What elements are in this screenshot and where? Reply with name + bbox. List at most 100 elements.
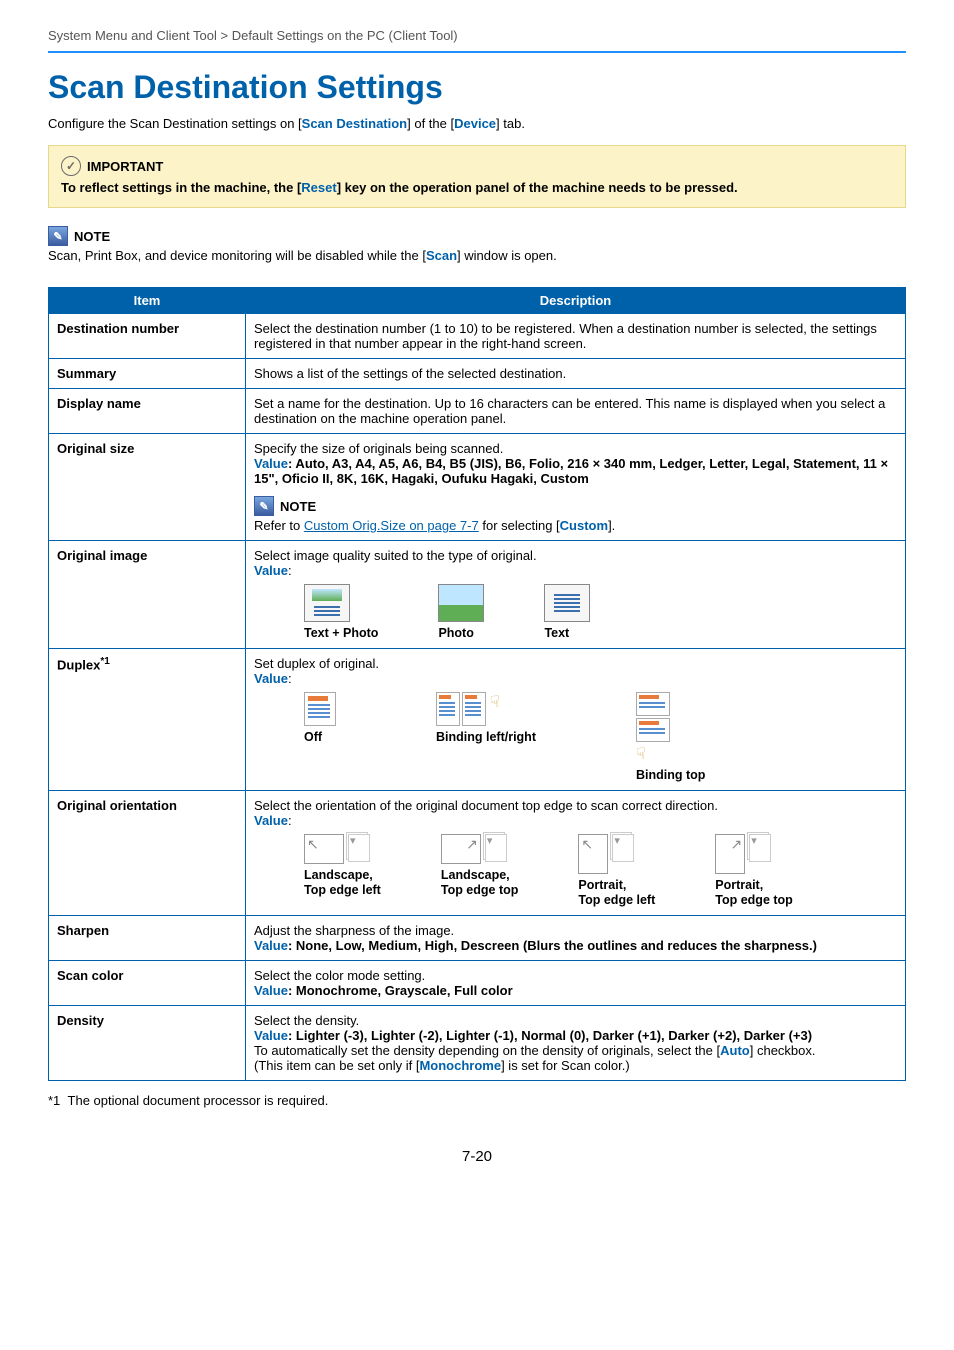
opt-binding-lr: ☟ Binding left/right — [436, 692, 536, 783]
item-sharpen: Sharpen — [49, 916, 246, 961]
value-label: Value — [254, 563, 288, 578]
table-row: Original image Select image quality suit… — [49, 541, 906, 649]
sc-value-text: : Monochrome, Grayscale, Full color — [288, 983, 513, 998]
de-line3: To automatically set the density dependi… — [254, 1043, 897, 1058]
de-l4-post: ] is set for Scan color.) — [501, 1058, 630, 1073]
link-auto[interactable]: Auto — [720, 1043, 750, 1058]
value-label: Value — [254, 983, 288, 998]
os-note-post: ]. — [608, 518, 615, 533]
link-custom-orig-size[interactable]: Custom Orig.Size on page 7-7 — [304, 518, 479, 533]
page-title: Scan Destination Settings — [48, 69, 906, 106]
desc-original-image: Select image quality suited to the type … — [246, 541, 906, 649]
page: System Menu and Client Tool > Default Se… — [0, 0, 954, 1350]
value-label: Value — [254, 671, 288, 686]
sc-desc: Select the color mode setting. — [254, 968, 897, 983]
item-orientation: Original orientation — [49, 791, 246, 916]
sh-value-text: : None, Low, Medium, High, Descreen (Blu… — [288, 938, 817, 953]
opt-label: Landscape, Top edge left — [304, 868, 381, 898]
sc-value: Value: Monochrome, Grayscale, Full color — [254, 983, 897, 998]
link-scan-destination[interactable]: Scan Destination — [302, 116, 407, 131]
table-row: Original orientation Select the orientat… — [49, 791, 906, 916]
opt-label: Landscape, Top edge top — [441, 868, 519, 898]
os-note-header: ✎ NOTE — [254, 496, 897, 516]
de-line4: (This item can be set only if [Monochrom… — [254, 1058, 897, 1073]
value-label: Value — [254, 813, 288, 828]
opt-label: Photo — [438, 626, 473, 641]
intro-post: ] tab. — [496, 116, 525, 131]
opt-portrait-tet: ↗ ▾ Portrait, Top edge top — [715, 834, 793, 908]
note-body: Scan, Print Box, and device monitoring w… — [48, 248, 906, 263]
portrait-tet-icon: ↗ ▾ — [715, 834, 771, 874]
desc-summary: Shows a list of the settings of the sele… — [246, 359, 906, 389]
opt-landscape-tel: ↖ ▾ Landscape, Top edge left — [304, 834, 381, 908]
opt-binding-top: ☟ Binding top — [636, 692, 705, 783]
opt-label: Binding top — [636, 768, 705, 783]
os-note-body: Refer to Custom Orig.Size on page 7-7 fo… — [254, 518, 897, 533]
value-label: Value — [254, 938, 288, 953]
desc-duplex: Set duplex of original. Value: Off — [246, 649, 906, 791]
item-destination-number: Destination number — [49, 314, 246, 359]
item-display-name: Display name — [49, 389, 246, 434]
photo-icon — [438, 584, 484, 622]
de-l3-post: ] checkbox. — [750, 1043, 816, 1058]
table-row: Display name Set a name for the destinat… — [49, 389, 906, 434]
table-row: Sharpen Adjust the sharpness of the imag… — [49, 916, 906, 961]
item-density: Density — [49, 1006, 246, 1081]
sh-value: Value: None, Low, Medium, High, Descreen… — [254, 938, 897, 953]
table-row: Density Select the density. Value: Light… — [49, 1006, 906, 1081]
intro-pre: Configure the Scan Destination settings … — [48, 116, 302, 131]
table-row: Original size Specify the size of origin… — [49, 434, 906, 541]
breadcrumb: System Menu and Client Tool > Default Se… — [48, 28, 906, 43]
desc-original-size: Specify the size of originals being scan… — [246, 434, 906, 541]
de-l4-pre: (This item can be set only if [ — [254, 1058, 419, 1073]
os-value-text: : Auto, A3, A4, A5, A6, B4, B5 (JIS), B6… — [254, 456, 888, 486]
opt-landscape-tet: ↗ ▾ Landscape, Top edge top — [441, 834, 519, 908]
important-header: ✓ IMPORTANT — [61, 156, 893, 176]
item-summary: Summary — [49, 359, 246, 389]
value-label: Value — [254, 456, 288, 471]
page-number: 7-20 — [48, 1148, 906, 1165]
opt-label: Portrait, Top edge left — [578, 878, 655, 908]
th-desc: Description — [246, 288, 906, 314]
value-label: Value — [254, 1028, 288, 1043]
opt-text-photo: Text + Photo — [304, 584, 378, 641]
de-value: Value: Lighter (-3), Lighter (-2), Light… — [254, 1028, 897, 1043]
opt-label: Portrait, Top edge top — [715, 878, 793, 908]
footnote-marker: *1 — [48, 1093, 60, 1108]
link-monochrome[interactable]: Monochrome — [419, 1058, 501, 1073]
os-note-label: NOTE — [280, 499, 316, 514]
link-reset[interactable]: Reset — [301, 180, 336, 195]
os-note-mid: for selecting [ — [479, 518, 560, 533]
de-desc: Select the density. — [254, 1013, 897, 1028]
opt-label: Text — [544, 626, 569, 641]
item-duplex: Duplex*1 — [49, 649, 246, 791]
th-item: Item — [49, 288, 246, 314]
important-body: To reflect settings in the machine, the … — [61, 180, 893, 195]
landscape-tel-icon: ↖ ▾ — [304, 834, 370, 864]
settings-table: Item Description Destination number Sele… — [48, 287, 906, 1081]
colon: : — [288, 813, 292, 828]
desc-sharpen: Adjust the sharpness of the image. Value… — [246, 916, 906, 961]
sh-desc: Adjust the sharpness of the image. — [254, 923, 897, 938]
colon: : — [288, 671, 292, 686]
portrait-tel-icon: ↖ ▾ — [578, 834, 634, 874]
oi-desc: Select image quality suited to the type … — [254, 548, 897, 563]
item-original-size: Original size — [49, 434, 246, 541]
opt-text: Text — [544, 584, 590, 641]
link-device[interactable]: Device — [454, 116, 496, 131]
duplex-off-icon — [304, 692, 336, 726]
desc-display-name: Set a name for the destination. Up to 16… — [246, 389, 906, 434]
binding-lr-icon: ☟ — [436, 692, 500, 726]
landscape-tet-icon: ↗ ▾ — [441, 834, 507, 864]
duplex-main: Duplex — [57, 657, 100, 672]
important-callout: ✓ IMPORTANT To reflect settings in the m… — [48, 145, 906, 208]
intro-mid: ] of the [ — [407, 116, 454, 131]
or-options: ↖ ▾ Landscape, Top edge left ↗ ▾ Landsca… — [304, 834, 897, 908]
link-custom[interactable]: Custom — [560, 518, 608, 533]
opt-label: Text + Photo — [304, 626, 378, 641]
opt-portrait-tel: ↖ ▾ Portrait, Top edge left — [578, 834, 655, 908]
or-desc: Select the orientation of the original d… — [254, 798, 897, 813]
footnote: *1 The optional document processor is re… — [48, 1093, 906, 1108]
link-scan[interactable]: Scan — [426, 248, 457, 263]
desc-orientation: Select the orientation of the original d… — [246, 791, 906, 916]
